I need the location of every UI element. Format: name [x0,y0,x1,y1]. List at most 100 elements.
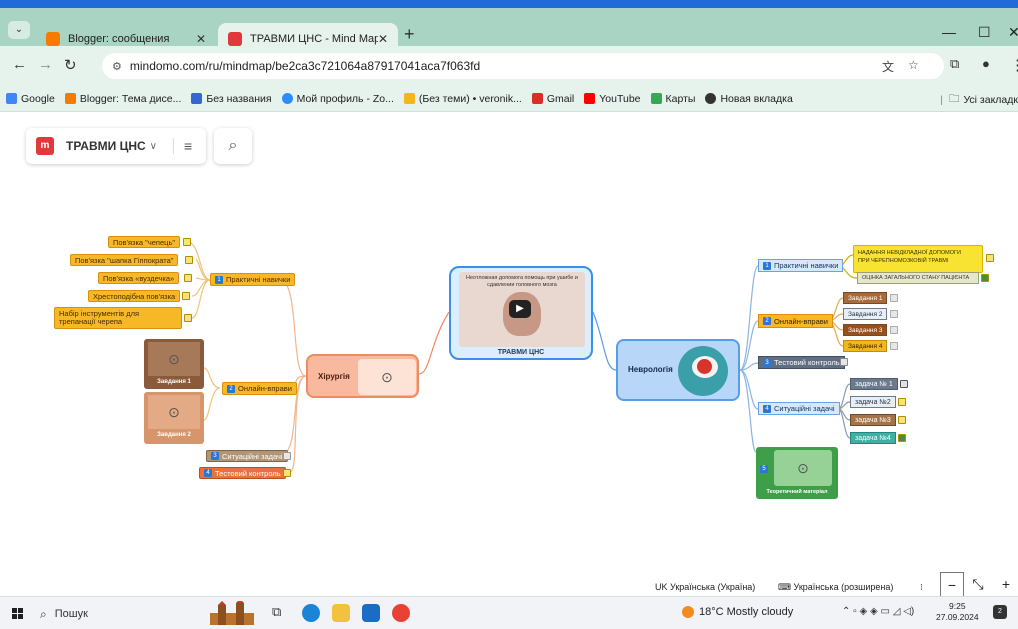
edge-icon[interactable] [302,604,320,622]
topic-neurology[interactable]: Неврологія [616,339,740,401]
translate-icon[interactable]: 文 [882,58,894,75]
close-window-button[interactable]: ✕ [1008,24,1018,41]
note-icon[interactable] [898,416,906,424]
menu-icon[interactable]: ⋮ [1010,56,1018,74]
skill-item[interactable]: Пов'язка «вуздечка» [98,272,180,284]
weather-widget[interactable]: 18°C Mostly cloudy [682,606,793,618]
bookmark-zoom[interactable]: Мой профиль - Zo... [281,93,394,105]
bookmark-newtab[interactable]: Новая вкладка [705,93,793,105]
note-icon[interactable] [283,469,291,477]
image-placeholder[interactable]: ⊙ [774,450,832,486]
task-view-icon[interactable]: ⧉ [272,604,290,622]
right-test-control[interactable]: 3 Тестовий контроль [758,356,845,369]
mindmap-canvas[interactable]: m ТРАВМИ ЦНС ∨ ≡ ⌕ Неотложная допомога п… [0,112,1018,598]
right-theory-material[interactable]: 5 ⊙ Теоретичний матеріал [756,447,838,499]
skill-item[interactable]: Пов'язка "шапка Гіппократа" [70,254,179,266]
task-item[interactable]: Завдання 4 [843,340,888,352]
bookmark-youtube[interactable]: YouTube [584,93,641,105]
task-card[interactable]: ⊙ Завдання 2 [144,392,204,444]
situational-task-item[interactable]: задача № 1 [850,378,898,390]
notification-center-icon[interactable]: 2 [993,605,1007,619]
star-icon[interactable]: ☆ [908,58,919,72]
situational-task-item[interactable]: задача №2 [850,396,896,408]
central-topic[interactable]: Неотложная допомога помощь при ушибе и с… [449,266,593,360]
all-bookmarks[interactable]: | 🗀 Усі закладк [940,91,1018,109]
left-practical-skills[interactable]: 1 Практичні навички [210,273,296,286]
battery-icon[interactable]: ▭ [880,606,889,617]
zoom-out-button[interactable]: − [940,572,964,598]
tray-icon[interactable]: ▫ [853,606,857,617]
note-icon[interactable] [890,310,898,318]
note-icon[interactable] [840,358,848,366]
note-icon[interactable] [890,342,898,350]
tab-search-button[interactable]: ⌄ [8,21,30,39]
note-icon[interactable] [900,380,908,388]
bookmark-mail[interactable]: (Без теми) • veronik... [403,93,522,105]
input-language[interactable]: UK Українська (Україна) [655,582,755,592]
embedded-video[interactable]: Неотложная допомога помощь при ушибе и с… [459,272,585,347]
note-icon[interactable] [184,274,192,282]
network-icon[interactable]: ◈ [860,606,868,617]
bookmark-gmail[interactable]: Gmail [531,93,574,105]
task-item[interactable]: Завдання 3 [843,324,888,336]
skill-item[interactable]: ОЦІНКА ЗАГАЛЬНОГО СТАНУ ПАЦІЄНТА [857,272,979,284]
note-icon[interactable] [890,326,898,334]
note-icon[interactable] [283,452,291,460]
left-situational-tasks[interactable]: 3 Ситуаційні задачі [206,450,288,462]
bookmark-google[interactable]: Google [6,93,55,105]
forward-button[interactable]: → [38,56,53,73]
topic-surgery[interactable]: Хірургія ⊙ [306,354,419,398]
right-situational-tasks[interactable]: 4 Ситуаційні задачі [758,402,840,415]
note-icon[interactable] [183,238,191,246]
situational-task-item[interactable]: задача №3 [850,414,896,426]
note-icon[interactable] [898,434,906,442]
maximize-button[interactable]: ☐ [978,24,991,41]
left-online-exercises[interactable]: 2 Онлайн-вправи [222,382,297,395]
right-online-exercises[interactable]: 2 Онлайн-вправи [758,314,833,328]
file-explorer-icon[interactable] [332,604,350,622]
mail-icon[interactable] [362,604,380,622]
note-icon[interactable] [898,398,906,406]
back-button[interactable]: ← [12,56,27,73]
task-item[interactable]: Завдання 2 [843,308,888,320]
minimize-button[interactable]: — [942,24,956,40]
right-practical-skills[interactable]: 1 Практичні навички [758,259,844,272]
system-tray[interactable]: ⌃ ▫ ◈ ◈ ▭ ◿ ◁) [842,606,914,617]
image-placeholder[interactable]: ⊙ [358,359,416,395]
keyboard-layout[interactable]: ⌨ Українська (розширена) [778,582,893,593]
note-icon[interactable] [981,274,989,282]
left-test-control[interactable]: 4 Тестовий контроль [199,467,286,479]
task-card[interactable]: ⊙ Завдання 1 [144,339,204,389]
taskbar-search[interactable]: ⌕ Пошук [40,603,190,625]
note-icon[interactable] [890,294,898,302]
note-icon[interactable] [185,256,193,264]
new-tab-button[interactable]: + [404,24,415,45]
skill-item[interactable]: НАДАННЯ НЕВІДКЛАДНОЇ ДОПОМОГИ ПРИ ЧЕРЕПН… [853,245,983,273]
bookmark-untitled[interactable]: Без названия [191,93,272,105]
volume-icon[interactable]: ◈ [870,606,878,617]
clock[interactable]: 9:25 27.09.2024 [936,601,979,623]
close-tab-icon[interactable]: ✕ [196,32,206,46]
bookmark-maps[interactable]: Карты [650,93,695,105]
chevron-up-icon[interactable]: ⌃ [842,606,850,617]
zoom-in-button[interactable]: + [994,572,1018,598]
skill-item[interactable]: Набір інструментів для трепанації черепа [54,307,182,329]
close-tab-icon[interactable]: ✕ [378,32,388,46]
layout-options-icon[interactable]: ⁝ [920,582,923,593]
note-icon[interactable] [182,292,190,300]
wifi-icon[interactable]: ◿ [893,606,901,617]
skill-item[interactable]: Хрестоподібна пов'язка [88,290,181,302]
reload-button[interactable]: ↻ [64,56,77,74]
skill-item[interactable]: Пов'язка "чепець" [108,236,181,248]
speaker-icon[interactable]: ◁) [903,606,914,617]
task-item[interactable]: Завдання 1 [843,292,888,304]
note-icon[interactable] [184,314,192,322]
url-field[interactable]: ⚙ mindomo.com/ru/mindmap/be2ca3c721064a8… [102,53,944,79]
bookmark-blogger[interactable]: Blogger: Тема дисе... [64,93,181,105]
castle-widget-icon[interactable] [204,601,260,627]
fit-to-screen-icon[interactable]: ⤡ [966,572,990,598]
chrome-icon[interactable] [392,604,410,622]
situational-task-item[interactable]: задача №4 [850,432,896,444]
site-info-icon[interactable]: ⚙ [112,60,122,73]
note-icon[interactable] [986,254,994,262]
